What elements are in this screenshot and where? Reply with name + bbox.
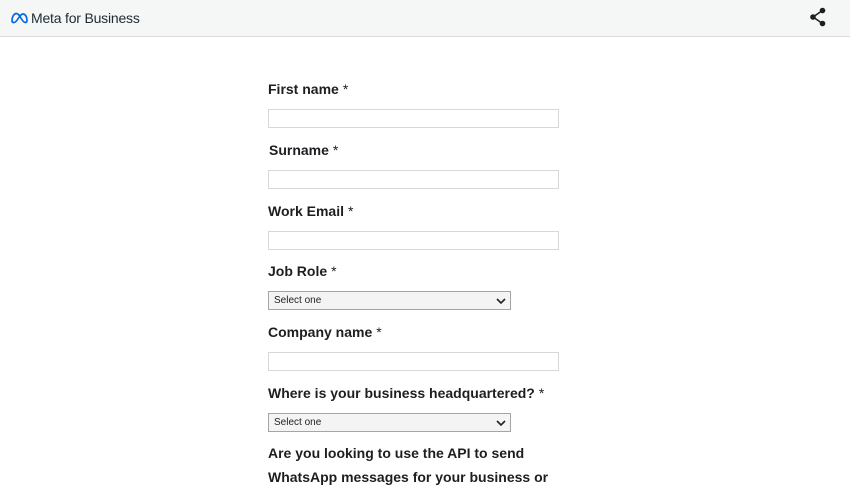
brand-name: Meta for Business	[31, 10, 140, 26]
headquarters-label: Where is your business headquartered? *	[268, 385, 545, 401]
job-role-select[interactable]: Select one	[268, 291, 511, 310]
meta-infinity-logo-icon	[11, 12, 28, 24]
work-email-input[interactable]	[268, 231, 559, 250]
top-bar: Meta for Business	[0, 0, 850, 37]
api-question-line-1: Are you looking to use the API to send	[268, 445, 525, 461]
first-name-label: First name *	[268, 81, 349, 97]
brand-logo[interactable]: Meta for Business	[10, 9, 140, 27]
share-button[interactable]	[807, 6, 829, 28]
job-role-label: Job Role *	[268, 263, 337, 279]
headquarters-select[interactable]: Select one	[268, 413, 511, 432]
share-icon	[810, 7, 826, 27]
chevron-down-icon	[496, 298, 506, 305]
surname-label: Surname *	[269, 142, 339, 158]
surname-input[interactable]	[268, 170, 559, 189]
headquarters-selected-value: Select one	[274, 417, 322, 428]
api-question-line-2: WhatsApp messages for your business or	[268, 469, 549, 485]
company-name-label: Company name *	[268, 324, 382, 340]
first-name-input[interactable]	[268, 109, 559, 128]
job-role-selected-value: Select one	[274, 295, 322, 306]
chevron-down-icon	[496, 420, 506, 427]
work-email-label: Work Email *	[268, 203, 354, 219]
company-name-input[interactable]	[268, 352, 559, 371]
